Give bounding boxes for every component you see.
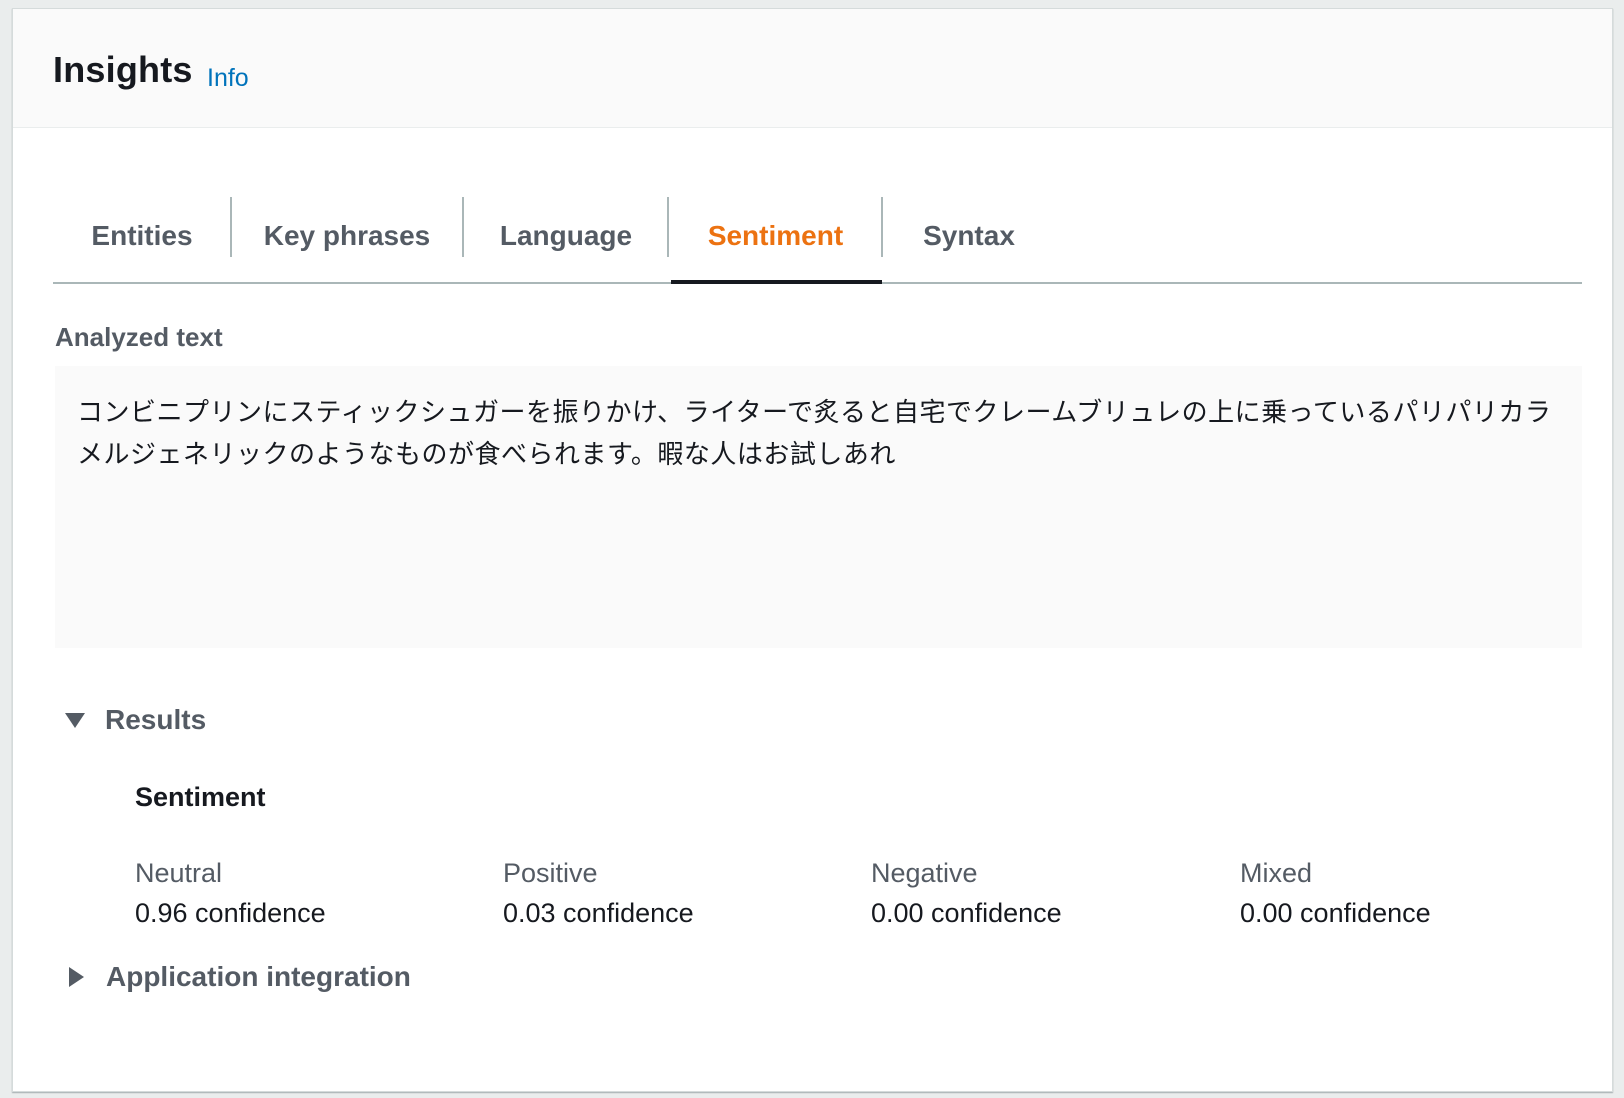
info-link[interactable]: Info (207, 64, 249, 93)
metric-name: Mixed (1240, 858, 1313, 888)
analyzed-text-box: コンビニプリンにスティックシュガーを振りかけ、ライターで炙ると自宅でクレームブリ… (55, 366, 1582, 648)
tab-key-phrases[interactable]: Key phrases (232, 189, 462, 282)
caret-right-icon (69, 967, 84, 987)
results-label: Results (105, 704, 207, 735)
analyzed-text-label: Analyzed text (55, 322, 223, 352)
metric-name: Negative (871, 858, 978, 888)
metric-name: Neutral (135, 858, 223, 888)
metric-negative: Negative 0.00 confidence (871, 857, 1062, 929)
metric-value: 0.96 confidence (135, 898, 326, 928)
metric-value: 0.03 confidence (503, 898, 694, 928)
results-expander[interactable]: Results (65, 704, 206, 736)
metric-value: 0.00 confidence (1240, 898, 1431, 928)
tab-entities[interactable]: Entities (53, 189, 231, 282)
panel-header: Insights Info (13, 9, 1612, 128)
caret-down-icon (65, 712, 85, 728)
metric-neutral: Neutral 0.96 confidence (135, 857, 326, 929)
tab-language[interactable]: Language (464, 189, 668, 282)
metric-mixed: Mixed 0.00 confidence (1240, 857, 1431, 929)
tab-sentiment[interactable]: Sentiment (669, 189, 882, 284)
metric-positive: Positive 0.03 confidence (503, 857, 694, 929)
sentiment-heading: Sentiment (135, 782, 266, 812)
metric-value: 0.00 confidence (871, 898, 1062, 928)
metric-name: Positive (503, 858, 598, 888)
tab-syntax[interactable]: Syntax (883, 189, 1055, 282)
insights-panel: Insights Info Entities Key phrases Langu… (12, 8, 1613, 1092)
application-integration-expander[interactable]: Application integration (65, 961, 411, 993)
tab-bar: Entities Key phrases Language Sentiment … (53, 189, 1582, 284)
panel-title: Insights (53, 49, 193, 90)
application-integration-label: Application integration (106, 961, 411, 992)
